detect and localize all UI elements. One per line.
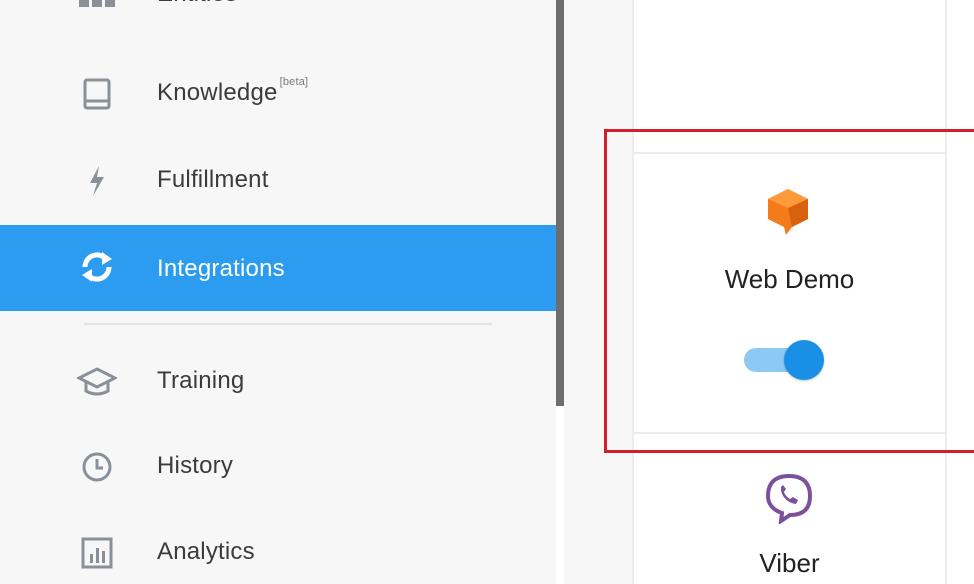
- graduation-cap-icon: [76, 362, 118, 402]
- sidebar-item-training[interactable]: Training: [0, 351, 556, 413]
- toggle-knob: [784, 340, 824, 380]
- sidebar-item-history[interactable]: History: [0, 436, 556, 498]
- viber-phone-icon: [763, 472, 815, 526]
- sidebar-item-label: Training: [157, 367, 245, 394]
- sidebar-item-fulfillment[interactable]: Fulfillment: [0, 150, 556, 212]
- sidebar-item-label: Knowledge: [157, 79, 278, 106]
- sidebar-item-entities[interactable]: Entities: [0, 0, 556, 26]
- web-demo-speech-bubble-icon: [762, 186, 814, 238]
- sidebar-item-label: Fulfillment: [157, 166, 269, 193]
- web-demo-enable-toggle[interactable]: [744, 340, 826, 380]
- clock-icon: [76, 447, 118, 487]
- integration-title: Web Demo: [724, 264, 855, 294]
- sidebar-item-label: History: [157, 452, 234, 479]
- sidebar-scrollbar[interactable]: [556, 0, 564, 406]
- sidebar-divider: [84, 323, 492, 325]
- sidebar-item-label: Integrations: [157, 255, 285, 282]
- integration-column: [947, 0, 974, 584]
- sidebar-item-knowledge[interactable]: Knowledge [beta]: [0, 63, 556, 125]
- sidebar-item-analytics[interactable]: Analytics: [0, 522, 556, 584]
- sidebar-item-label: Analytics: [157, 538, 255, 565]
- integration-card-web-demo[interactable]: Web Demo: [634, 152, 945, 434]
- lightning-icon: [76, 161, 118, 201]
- beta-badge: [beta]: [279, 76, 309, 88]
- grid-divider: [945, 0, 947, 584]
- sync-arrows-icon: [76, 247, 118, 287]
- integration-card-viber[interactable]: Viber: [634, 456, 945, 584]
- dialogflow-console: Entities Knowledge[beta]: [0, 0, 974, 584]
- bar-chart-icon: [76, 533, 118, 573]
- book-icon: [76, 74, 118, 114]
- sidebar: Entities Knowledge[beta]: [0, 0, 556, 584]
- sidebar-item-label: Entities: [157, 0, 237, 8]
- sidebar-item-integrations[interactable]: Integrations: [0, 225, 556, 311]
- entities-icon: [76, 0, 118, 15]
- integration-title: Viber: [759, 548, 820, 578]
